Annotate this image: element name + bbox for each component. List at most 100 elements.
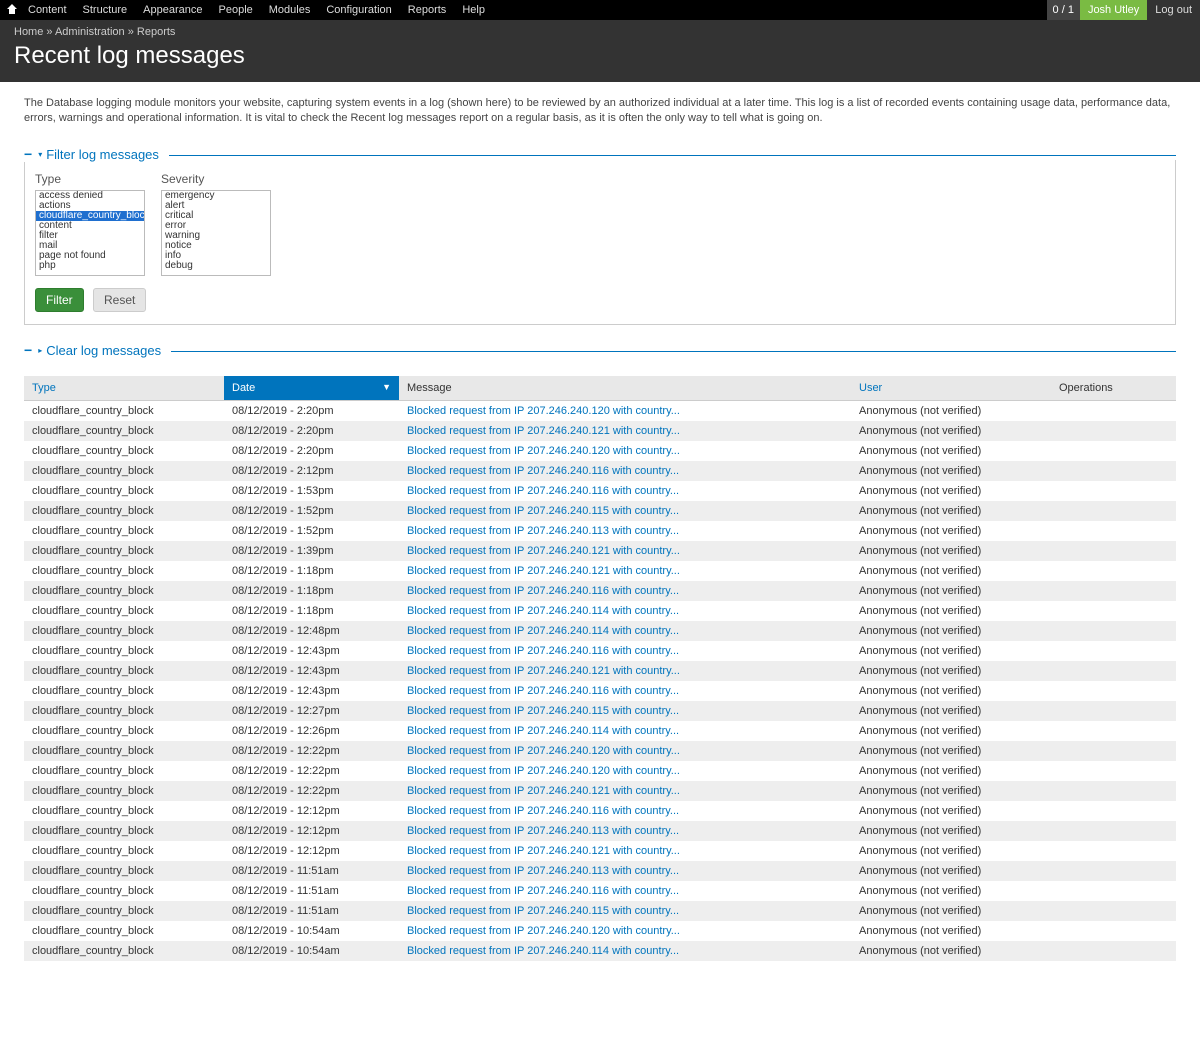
cell-user: Anonymous (not verified): [851, 841, 1051, 861]
table-row: cloudflare_country_block08/12/2019 - 1:5…: [24, 521, 1176, 541]
log-message-link[interactable]: Blocked request from IP 207.246.240.115 …: [407, 905, 679, 917]
admin-menu: ContentStructureAppearancePeopleModulesC…: [20, 0, 493, 20]
log-message-link[interactable]: Blocked request from IP 207.246.240.120 …: [407, 745, 680, 757]
clear-log-legend-label: Clear log messages: [46, 343, 161, 358]
cell-date: 08/12/2019 - 12:22pm: [224, 741, 399, 761]
cell-date: 08/12/2019 - 12:43pm: [224, 661, 399, 681]
severity-select[interactable]: emergencyalertcriticalerrorwarningnotice…: [161, 190, 271, 276]
collapse-icon: −: [24, 343, 32, 357]
cell-date: 08/12/2019 - 12:48pm: [224, 621, 399, 641]
cell-type: cloudflare_country_block: [24, 881, 224, 901]
cell-user: Anonymous (not verified): [851, 661, 1051, 681]
col-header-date[interactable]: Date▼: [224, 376, 399, 401]
cell-user: Anonymous (not verified): [851, 821, 1051, 841]
log-message-link[interactable]: Blocked request from IP 207.246.240.116 …: [407, 645, 679, 657]
cell-message: Blocked request from IP 207.246.240.120 …: [399, 921, 851, 941]
breadcrumb-link[interactable]: Home: [14, 26, 43, 38]
filter-button[interactable]: Filter: [35, 288, 84, 312]
clear-log-fieldset: − ▸ Clear log messages: [24, 343, 1176, 358]
type-select[interactable]: access deniedactionscloudflare_country_b…: [35, 190, 145, 276]
admin-toolbar: ContentStructureAppearancePeopleModulesC…: [0, 0, 1200, 20]
log-message-link[interactable]: Blocked request from IP 207.246.240.115 …: [407, 705, 679, 717]
log-message-link[interactable]: Blocked request from IP 207.246.240.120 …: [407, 925, 680, 937]
cell-date: 08/12/2019 - 2:20pm: [224, 441, 399, 461]
cell-user: Anonymous (not verified): [851, 881, 1051, 901]
admin-menu-item[interactable]: People: [211, 0, 261, 20]
user-name[interactable]: Josh Utley: [1080, 0, 1147, 20]
table-row: cloudflare_country_block08/12/2019 - 11:…: [24, 861, 1176, 881]
log-message-link[interactable]: Blocked request from IP 207.246.240.120 …: [407, 765, 680, 777]
log-message-link[interactable]: Blocked request from IP 207.246.240.114 …: [407, 725, 679, 737]
cell-operations: [1051, 521, 1176, 541]
log-message-link[interactable]: Blocked request from IP 207.246.240.116 …: [407, 885, 679, 897]
cell-operations: [1051, 501, 1176, 521]
cell-operations: [1051, 441, 1176, 461]
cell-user: Anonymous (not verified): [851, 541, 1051, 561]
cell-operations: [1051, 841, 1176, 861]
cell-user: Anonymous (not verified): [851, 901, 1051, 921]
cell-user: Anonymous (not verified): [851, 421, 1051, 441]
cell-operations: [1051, 761, 1176, 781]
admin-menu-item[interactable]: Configuration: [318, 0, 399, 20]
log-message-link[interactable]: Blocked request from IP 207.246.240.114 …: [407, 945, 679, 957]
col-header-message: Message: [399, 376, 851, 401]
admin-menu-item[interactable]: Help: [454, 0, 493, 20]
admin-menu-item[interactable]: Modules: [261, 0, 319, 20]
breadcrumb-link[interactable]: Administration: [55, 26, 125, 38]
clear-log-toggle[interactable]: − ▸ Clear log messages: [24, 343, 165, 358]
cell-user: Anonymous (not verified): [851, 741, 1051, 761]
log-message-link[interactable]: Blocked request from IP 207.246.240.116 …: [407, 585, 679, 597]
log-message-link[interactable]: Blocked request from IP 207.246.240.113 …: [407, 525, 679, 537]
admin-menu-item[interactable]: Structure: [75, 0, 136, 20]
log-message-link[interactable]: Blocked request from IP 207.246.240.116 …: [407, 805, 679, 817]
log-message-link[interactable]: Blocked request from IP 207.246.240.121 …: [407, 785, 680, 797]
cell-message: Blocked request from IP 207.246.240.121 …: [399, 781, 851, 801]
admin-menu-item[interactable]: Appearance: [135, 0, 210, 20]
log-message-link[interactable]: Blocked request from IP 207.246.240.116 …: [407, 465, 679, 477]
cell-date: 08/12/2019 - 1:52pm: [224, 521, 399, 541]
log-message-link[interactable]: Blocked request from IP 207.246.240.113 …: [407, 825, 679, 837]
log-message-link[interactable]: Blocked request from IP 207.246.240.121 …: [407, 565, 680, 577]
log-message-link[interactable]: Blocked request from IP 207.246.240.121 …: [407, 425, 680, 437]
table-row: cloudflare_country_block08/12/2019 - 2:2…: [24, 400, 1176, 421]
cell-user: Anonymous (not verified): [851, 400, 1051, 421]
logout-link[interactable]: Log out: [1147, 0, 1200, 20]
cell-type: cloudflare_country_block: [24, 400, 224, 421]
log-message-link[interactable]: Blocked request from IP 207.246.240.116 …: [407, 685, 679, 697]
log-message-link[interactable]: Blocked request from IP 207.246.240.121 …: [407, 665, 680, 677]
cell-operations: [1051, 721, 1176, 741]
severity-option[interactable]: debug: [162, 261, 270, 271]
log-message-link[interactable]: Blocked request from IP 207.246.240.113 …: [407, 865, 679, 877]
cell-date: 08/12/2019 - 2:12pm: [224, 461, 399, 481]
home-icon[interactable]: [4, 3, 20, 18]
cell-operations: [1051, 461, 1176, 481]
log-message-link[interactable]: Blocked request from IP 207.246.240.121 …: [407, 845, 680, 857]
cell-date: 08/12/2019 - 1:52pm: [224, 501, 399, 521]
cell-type: cloudflare_country_block: [24, 421, 224, 441]
admin-menu-item[interactable]: Reports: [400, 0, 455, 20]
col-header-type[interactable]: Type: [24, 376, 224, 401]
log-message-link[interactable]: Blocked request from IP 207.246.240.120 …: [407, 445, 680, 457]
shortcut-counter[interactable]: 0 / 1: [1047, 0, 1080, 20]
log-message-link[interactable]: Blocked request from IP 207.246.240.121 …: [407, 545, 680, 557]
cell-type: cloudflare_country_block: [24, 541, 224, 561]
cell-operations: [1051, 701, 1176, 721]
reset-button[interactable]: Reset: [93, 288, 146, 312]
table-row: cloudflare_country_block08/12/2019 - 12:…: [24, 741, 1176, 761]
cell-message: Blocked request from IP 207.246.240.121 …: [399, 541, 851, 561]
cell-message: Blocked request from IP 207.246.240.120 …: [399, 761, 851, 781]
table-row: cloudflare_country_block08/12/2019 - 2:2…: [24, 421, 1176, 441]
log-message-link[interactable]: Blocked request from IP 207.246.240.114 …: [407, 625, 679, 637]
cell-type: cloudflare_country_block: [24, 721, 224, 741]
cell-date: 08/12/2019 - 10:54am: [224, 941, 399, 961]
breadcrumb-link[interactable]: Reports: [137, 26, 176, 38]
type-option[interactable]: php: [36, 261, 144, 271]
filter-toggle[interactable]: − ▾ Filter log messages: [24, 147, 163, 162]
log-message-link[interactable]: Blocked request from IP 207.246.240.116 …: [407, 485, 679, 497]
admin-menu-item[interactable]: Content: [20, 0, 75, 20]
cell-type: cloudflare_country_block: [24, 461, 224, 481]
log-message-link[interactable]: Blocked request from IP 207.246.240.115 …: [407, 505, 679, 517]
col-header-user[interactable]: User: [851, 376, 1051, 401]
log-message-link[interactable]: Blocked request from IP 207.246.240.120 …: [407, 405, 680, 417]
log-message-link[interactable]: Blocked request from IP 207.246.240.114 …: [407, 605, 679, 617]
